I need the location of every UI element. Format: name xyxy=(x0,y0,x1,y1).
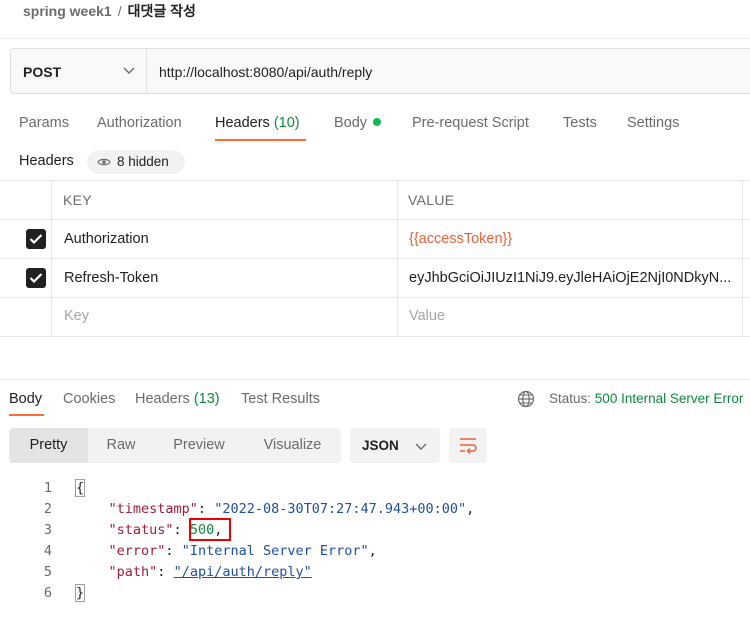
line-number: 5 xyxy=(43,564,52,580)
chevron-down-icon xyxy=(415,443,427,450)
checkmark-icon xyxy=(29,234,43,245)
status-value[interactable]: 500 Internal Server Error xyxy=(595,391,744,406)
response-tab-test-results[interactable]: Test Results xyxy=(241,391,320,407)
response-tab-headers[interactable]: Headers (13) xyxy=(135,391,220,407)
method-label: POST xyxy=(23,64,62,80)
wrap-lines-icon xyxy=(460,438,477,454)
path-link[interactable]: "/api/auth/reply" xyxy=(174,564,312,580)
body-indicator-dot xyxy=(373,118,382,126)
line-number: 1 xyxy=(43,480,52,496)
divider xyxy=(397,180,398,337)
chevron-down-icon xyxy=(123,67,135,74)
headers-table: KEY VALUE Authorization {{accessToken}} … xyxy=(0,180,750,337)
response-body-editor[interactable]: 1 2 3 4 5 6 { "timestamp": "2022-08-30T0… xyxy=(0,478,750,618)
breadcrumb-collection[interactable]: spring week1 xyxy=(23,3,112,19)
header-key-cell[interactable]: Authorization xyxy=(64,231,384,247)
code-line: { xyxy=(74,479,86,497)
url-input[interactable]: http://localhost:8080/api/auth/reply xyxy=(159,64,372,80)
line-number: 4 xyxy=(43,543,52,559)
headers-section-title: Headers xyxy=(19,153,74,169)
globe-icon[interactable] xyxy=(517,390,535,408)
breadcrumb-separator: / xyxy=(117,3,122,19)
divider xyxy=(0,258,750,259)
divider xyxy=(0,297,750,298)
view-mode-raw[interactable]: Raw xyxy=(88,428,154,463)
headers-count: (10) xyxy=(273,115,300,131)
divider xyxy=(0,180,750,181)
response-tab-cookies[interactable]: Cookies xyxy=(63,391,115,407)
wrap-lines-button[interactable] xyxy=(449,428,487,463)
format-label: JSON xyxy=(362,438,399,453)
hidden-headers-toggle[interactable]: 8 hidden xyxy=(87,150,185,174)
code-line: "path": "/api/auth/reply" xyxy=(108,564,312,580)
tab-tests[interactable]: Tests xyxy=(563,115,597,131)
header-key-cell[interactable]: Refresh-Token xyxy=(64,270,384,286)
row-enabled-checkbox[interactable] xyxy=(26,229,46,249)
format-select[interactable]: JSON xyxy=(350,428,440,463)
active-tab-underline xyxy=(215,139,306,141)
response-headers-count: (13) xyxy=(193,391,220,407)
active-tab-underline xyxy=(9,414,44,416)
column-header-value: VALUE xyxy=(408,192,455,208)
view-mode-pretty[interactable]: Pretty xyxy=(9,428,88,463)
tab-headers[interactable]: Headers (10) xyxy=(215,115,300,131)
code-line: "error": "Internal Server Error", xyxy=(108,543,377,559)
header-value-cell[interactable]: eyJhbGciOiJIUzI1NiJ9.eyJleHAiOjE2NjI0NDk… xyxy=(409,270,734,286)
view-mode-preview[interactable]: Preview xyxy=(154,428,244,463)
tab-body[interactable]: Body xyxy=(334,115,382,131)
line-number: 6 xyxy=(43,585,52,601)
line-number: 2 xyxy=(43,501,52,517)
divider xyxy=(0,379,750,380)
tab-params[interactable]: Params xyxy=(19,115,69,131)
new-header-value-input[interactable]: Value xyxy=(409,308,445,324)
code-line: "timestamp": "2022-08-30T07:27:47.943+00… xyxy=(108,501,475,517)
request-title[interactable]: 대댓글 작성 xyxy=(128,3,196,19)
header-value-cell[interactable]: {{accessToken}} xyxy=(409,231,734,247)
eye-icon xyxy=(97,158,111,166)
method-select[interactable]: POST xyxy=(11,49,147,93)
checkmark-icon xyxy=(29,273,43,284)
row-enabled-checkbox[interactable] xyxy=(26,268,46,288)
response-status: Status: 500 Internal Server Error xyxy=(549,391,744,406)
view-mode-segmented: Pretty Raw Preview Visualize xyxy=(9,428,341,463)
line-number: 3 xyxy=(43,522,52,538)
hidden-headers-label: 8 hidden xyxy=(117,154,169,169)
divider xyxy=(742,180,743,337)
divider xyxy=(51,180,52,337)
status-highlight-box xyxy=(189,518,231,541)
column-header-key: KEY xyxy=(63,192,92,208)
response-tab-body[interactable]: Body xyxy=(9,391,42,407)
tab-authorization[interactable]: Authorization xyxy=(97,115,182,131)
new-header-key-input[interactable]: Key xyxy=(64,308,89,324)
divider xyxy=(0,219,750,220)
breadcrumb: spring week1 / 대댓글 작성 xyxy=(23,1,196,21)
tab-pre-request-script[interactable]: Pre-request Script xyxy=(412,115,529,131)
divider xyxy=(0,336,750,337)
view-mode-visualize[interactable]: Visualize xyxy=(244,428,341,463)
code-line: } xyxy=(74,584,86,602)
request-bar: POST http://localhost:8080/api/auth/repl… xyxy=(10,48,750,94)
divider xyxy=(0,38,750,39)
tab-settings[interactable]: Settings xyxy=(627,115,679,131)
